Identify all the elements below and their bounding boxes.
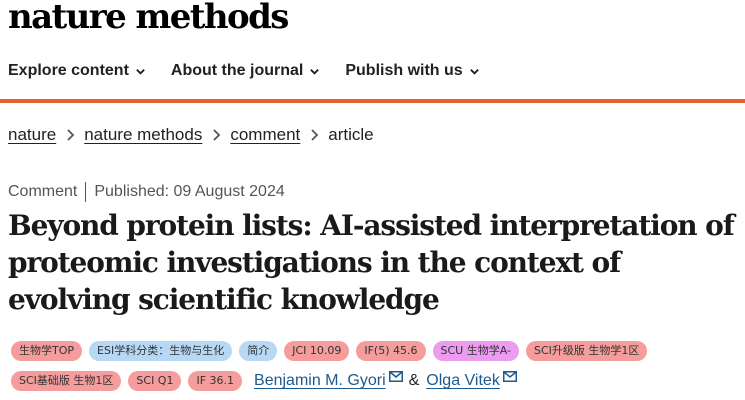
chevron-right-icon [56,129,84,141]
tag-scu[interactable]: SCU 生物学A- [432,341,519,361]
chevron-right-icon [202,129,230,141]
author-link[interactable]: Olga Vitek [426,372,500,390]
article-meta: Comment Published: 09 August 2024 [8,182,285,202]
nav-explore-content[interactable]: Explore content [8,62,146,80]
breadcrumb: nature nature methods comment article [8,125,374,145]
meta-divider [85,182,87,202]
header-divider [0,99,745,103]
tag-intro[interactable]: 简介 [239,341,278,361]
article-title: Beyond protein lists: AI-assisted interp… [8,209,735,316]
author-link[interactable]: Benjamin M. Gyori [254,372,386,390]
main-nav: Explore content About the journal Publis… [8,62,480,80]
journal-tags-row-2: SCI基础版 生物1区 SCI Q1 IF 36.1 Benjamin M. G… [11,370,517,391]
author-separator: & [408,372,420,389]
tag-biology-top[interactable]: 生物学TOP [11,341,83,361]
nav-label: Publish with us [345,62,463,79]
breadcrumb-current: article [328,125,374,144]
tag-sci-q1[interactable]: SCI Q1 [128,371,182,391]
chevron-down-icon [469,68,479,75]
tag-sci-upgraded[interactable]: SCI升级版 生物学1区 [525,341,648,361]
published-date: Published: 09 August 2024 [94,183,285,200]
nav-about-the-journal[interactable]: About the journal [171,62,320,80]
tag-jci[interactable]: JCI 10.09 [284,341,350,361]
article-type: Comment [8,183,78,200]
breadcrumb-nature[interactable]: nature [8,125,56,145]
mail-icon[interactable] [502,370,517,382]
journal-tags-row-1: 生物学TOP ESI学科分类：生物与生化 简介 JCI 10.09 IF(5) … [11,341,648,361]
chevron-down-icon [310,68,320,75]
mail-icon[interactable] [388,370,403,382]
chevron-right-icon [300,129,328,141]
nav-label: Explore content [8,62,129,79]
nav-label: About the journal [170,62,304,79]
nav-publish-with-us[interactable]: Publish with us [345,62,479,80]
tag-sci-basic[interactable]: SCI基础版 生物1区 [11,371,122,391]
breadcrumb-comment[interactable]: comment [230,125,300,145]
tag-if5[interactable]: IF(5) 45.6 [356,341,426,361]
tag-esi-category[interactable]: ESI学科分类：生物与生化 [89,341,233,361]
tag-impact-factor[interactable]: IF 36.1 [188,371,243,391]
chevron-down-icon [136,68,145,75]
author-list: Benjamin M. Gyori & Olga Vitek [254,370,517,390]
breadcrumb-nature-methods[interactable]: nature methods [84,125,202,145]
site-logo[interactable]: nature methods [8,0,289,37]
